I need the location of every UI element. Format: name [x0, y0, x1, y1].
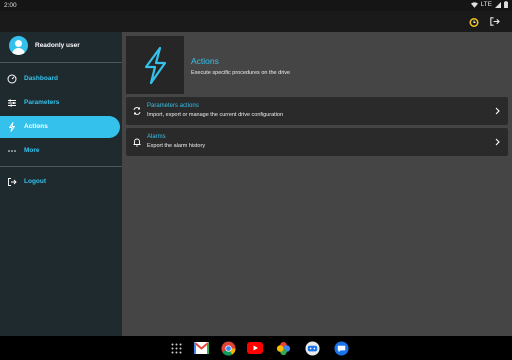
logout-icon	[8, 178, 17, 186]
alarm-clock-icon	[469, 17, 478, 27]
sidebar-divider	[0, 166, 122, 167]
page-title: Actions	[191, 56, 219, 66]
card-description: Export the alarm history	[147, 143, 206, 149]
battery-icon	[504, 1, 508, 8]
dashboard-icon	[7, 74, 17, 84]
alarm-button[interactable]	[467, 15, 480, 28]
photos-app[interactable]	[274, 339, 292, 357]
card-title: Parameters actions	[147, 103, 199, 109]
alarm-bell-icon	[133, 138, 141, 147]
logout-icon	[490, 17, 500, 26]
chrome-app[interactable]	[219, 339, 237, 357]
sidebar-item-dashboard[interactable]: Dashboard	[0, 68, 120, 90]
logout-appbar-button[interactable]	[488, 15, 501, 28]
gmail-app[interactable]	[192, 339, 210, 357]
parameters-actions-card[interactable]: Parameters actions Import, export or man…	[126, 97, 508, 125]
sidebar-item-label: Parameters	[24, 99, 60, 106]
sidebar-divider	[0, 62, 122, 63]
sidebar-item-label: Actions	[24, 123, 48, 130]
wifi-icon	[470, 1, 478, 8]
chevron-right-icon	[495, 138, 500, 146]
main-content: Actions Execute specific procedures on t…	[122, 32, 512, 336]
messages-icon	[304, 340, 320, 356]
youtube-app[interactable]	[246, 339, 264, 357]
status-icons: LTE	[470, 1, 508, 8]
page-header: Actions Execute specific procedures on t…	[124, 34, 510, 94]
status-time: 2:00	[4, 2, 17, 9]
sidebar-item-label: Dashboard	[24, 75, 58, 82]
sync-arrows-icon	[133, 107, 141, 115]
chat-icon	[333, 340, 349, 356]
gmail-icon	[193, 342, 209, 354]
sidebar-item-label: More	[24, 147, 40, 154]
apps-grid-button[interactable]	[167, 339, 185, 357]
sidebar-item-logout[interactable]: Logout	[0, 171, 120, 193]
sidebar-item-parameters[interactable]: Parameters	[0, 92, 120, 114]
photos-icon	[276, 341, 290, 355]
apps-grid-icon	[171, 343, 181, 353]
messages-app[interactable]	[303, 339, 321, 357]
chrome-icon	[220, 340, 236, 356]
card-title: Alarms	[147, 134, 166, 140]
network-type: LTE	[480, 1, 492, 8]
more-dots-icon	[8, 150, 16, 152]
status-bar: 2:00 LTE	[0, 0, 512, 11]
alarms-card[interactable]: Alarms Export the alarm history	[126, 128, 508, 156]
signal-icon	[495, 1, 501, 8]
chat-app[interactable]	[332, 339, 350, 357]
app-bar	[0, 11, 512, 32]
youtube-icon	[247, 342, 263, 354]
android-dock	[0, 336, 512, 360]
avatar	[9, 36, 28, 55]
chevron-right-icon	[495, 107, 500, 115]
lightning-icon	[144, 46, 167, 85]
lightning-icon	[9, 122, 15, 132]
header-thumbnail	[126, 36, 184, 94]
sidebar-item-label: Logout	[24, 178, 47, 185]
card-description: Import, export or manage the current dri…	[147, 112, 284, 118]
page-subtitle: Execute specific procedures on the drive	[191, 70, 291, 76]
sidebar-item-actions[interactable]: Actions	[0, 116, 120, 138]
sidebar-item-more[interactable]: More	[0, 140, 120, 162]
parameters-sliders-icon	[8, 99, 16, 107]
user-profile: Readonly user	[0, 32, 122, 62]
user-name: Readonly user	[35, 42, 80, 49]
sidebar: Readonly user Dashboard Parameters Actio…	[0, 32, 122, 336]
